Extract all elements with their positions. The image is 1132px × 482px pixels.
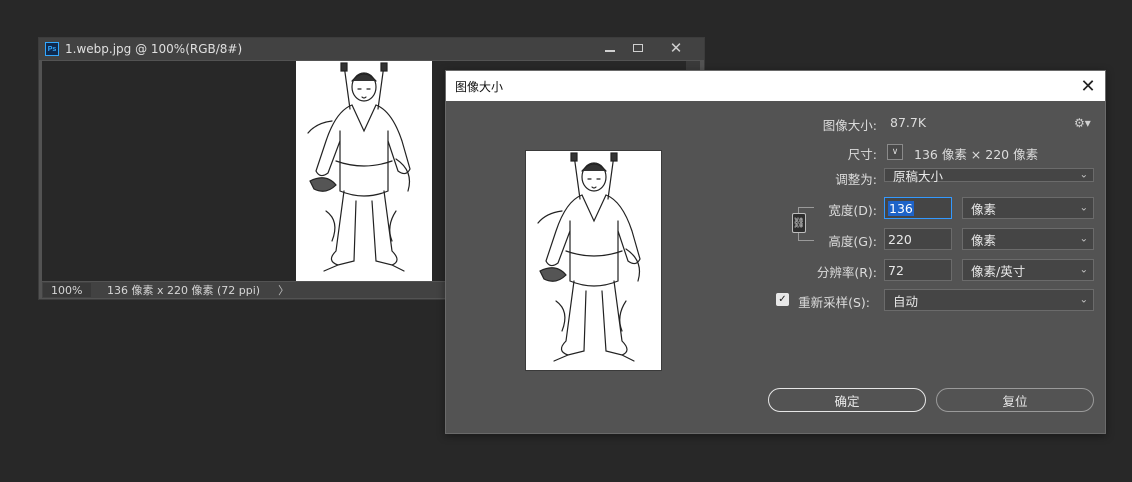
link-icon[interactable]: ⛓ [792, 213, 806, 233]
chevron-down-icon: ⌄ [1079, 233, 1088, 245]
resolution-value: 72 [888, 262, 904, 278]
document-image [296, 61, 432, 281]
dimensions-value: 136 像素 × 220 像素 [914, 147, 1039, 162]
chevron-down-icon: ⌄ [1079, 294, 1088, 306]
photoshop-app-icon: Ps [45, 42, 59, 56]
checkmark-icon: ✓ [778, 294, 787, 305]
width-unit-value: 像素 [971, 201, 997, 217]
height-unit-value: 像素 [971, 232, 997, 248]
close-icon: ✕ [1080, 75, 1096, 97]
resample-checkbox[interactable]: ✓ [776, 293, 789, 306]
document-close-button[interactable]: ✕ [657, 39, 695, 57]
dimensions-unit-toggle[interactable]: ∨ [887, 144, 903, 160]
status-menu-arrow-icon[interactable]: 〉 [278, 282, 289, 298]
close-icon: ✕ [669, 39, 683, 57]
image-size-value: 87.7K [890, 115, 927, 130]
ok-button[interactable]: 确定 [768, 388, 926, 412]
chevron-down-icon: ⌄ [1079, 264, 1088, 276]
warrior-preview-illustration [537, 152, 641, 362]
chevron-down-icon: ∨ [891, 147, 899, 157]
height-label: 高度(G): [828, 234, 877, 249]
resample-value: 自动 [893, 293, 919, 309]
image-size-dialog: 图像大小 ✕ 图像大小: 87.7K ⚙▾ 尺寸: ∨ 136 像素 × 220… [445, 70, 1106, 434]
resample-label: 重新采样(S): [798, 295, 870, 310]
image-size-label: 图像大小: [822, 118, 877, 133]
image-preview[interactable] [525, 150, 662, 371]
dialog-title: 图像大小 [455, 79, 504, 94]
height-value: 220 [888, 231, 912, 247]
resample-select[interactable]: 自动 ⌄ [884, 289, 1094, 311]
resolution-input[interactable]: 72 [884, 259, 952, 281]
document-title: 1.webp.jpg @ 100%(RGB/8#) [65, 42, 243, 56]
chevron-down-icon: ⌄ [1079, 169, 1088, 181]
resolution-label: 分辨率(R): [816, 265, 877, 280]
dimensions-label: 尺寸: [847, 147, 877, 162]
width-input[interactable]: 136 [884, 197, 952, 219]
width-value: 136 [888, 200, 914, 216]
dialog-titlebar[interactable]: 图像大小 ✕ [446, 71, 1105, 101]
fit-to-label: 调整为: [835, 172, 877, 187]
fit-to-select[interactable]: 原稿大小 ⌄ [884, 168, 1094, 184]
fit-to-value: 原稿大小 [893, 168, 944, 184]
height-input[interactable]: 220 [884, 228, 952, 250]
minimize-icon [605, 50, 615, 52]
document-titlebar[interactable]: Ps 1.webp.jpg @ 100%(RGB/8#) ✕ [39, 38, 704, 60]
dialog-close-button[interactable]: ✕ [1077, 75, 1099, 97]
resolution-unit-value: 像素/英寸 [971, 263, 1026, 279]
warrior-illustration [307, 62, 411, 272]
zoom-level-field[interactable]: 100% [43, 283, 91, 297]
maximize-button[interactable] [624, 39, 652, 57]
width-unit-select[interactable]: 像素 ⌄ [962, 197, 1094, 219]
chevron-down-icon: ⌄ [1079, 202, 1088, 214]
status-info: 136 像素 x 220 像素 (72 ppi) [107, 284, 261, 297]
reset-button[interactable]: 复位 [936, 388, 1094, 412]
ok-button-label: 确定 [834, 393, 860, 409]
height-unit-select[interactable]: 像素 ⌄ [962, 228, 1094, 250]
gear-icon[interactable]: ⚙▾ [1074, 116, 1091, 130]
zoom-level-value: 100% [51, 283, 83, 297]
width-label: 宽度(D): [828, 203, 877, 218]
minimize-button[interactable] [596, 39, 624, 57]
reset-button-label: 复位 [1002, 393, 1028, 409]
resolution-unit-select[interactable]: 像素/英寸 ⌄ [962, 259, 1094, 281]
maximize-icon [633, 44, 643, 52]
